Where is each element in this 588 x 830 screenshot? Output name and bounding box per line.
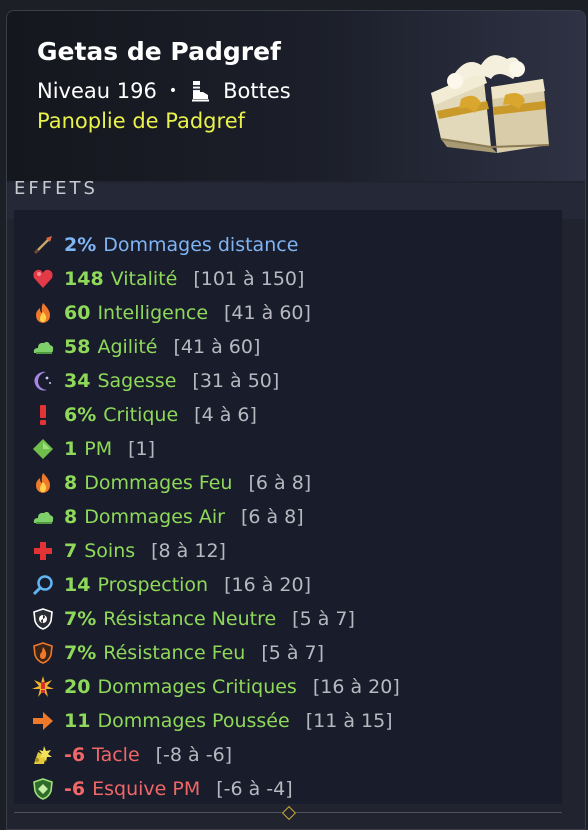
dodge-shield-icon: [33, 778, 53, 800]
effect-row: -6 Tacle [-8 à -6]: [32, 740, 232, 770]
ranged-damage-icon: [33, 236, 52, 255]
boots-item-image: [431, 55, 550, 153]
item-header: Getas de Padgref Niveau 196 • Bottes Pan…: [7, 11, 585, 181]
effect-row: 7% Résistance Neutre [5 à 7]: [32, 604, 355, 634]
tackle-icon: [34, 746, 52, 764]
effect-row: 34 Sagesse [31 à 50]: [32, 366, 279, 396]
heal-cross-icon: [34, 542, 52, 560]
effect-row: 6% Critique [4 à 6]: [32, 400, 257, 430]
fire-icon: [36, 473, 50, 493]
effect-row: 11 Dommages Poussée [11 à 15]: [32, 706, 393, 736]
critical-icon: [40, 405, 46, 425]
item-name: Getas de Padgref: [37, 37, 281, 66]
effect-row: 20 Dommages Critiques [16 à 20]: [32, 672, 400, 702]
effects-title: EFFETS: [14, 178, 98, 199]
magnifier-icon: [32, 575, 53, 596]
separator-dot: •: [168, 83, 178, 99]
fire-icon: [36, 303, 50, 323]
critical-damage-icon: [32, 676, 54, 697]
moon-icon: [34, 371, 51, 391]
effect-row: 2% Dommages distance: [32, 230, 298, 260]
effect-row: 60 Intelligence [41 à 60]: [32, 298, 311, 328]
item-set-link[interactable]: Panoplie de Padgref: [37, 109, 245, 133]
effect-row: 7 Soins [8 à 12]: [32, 536, 226, 566]
effect-row: 58 Agilité [41 à 60]: [32, 332, 260, 362]
effect-row: 148 Vitalité [101 à 150]: [32, 264, 304, 294]
item-type: Bottes: [223, 79, 291, 103]
effect-row: 7% Résistance Feu [5 à 7]: [32, 638, 324, 668]
effect-row: -6 Esquive PM [-6 à -4]: [32, 774, 293, 804]
movement-points-icon: [33, 439, 53, 459]
neutral-shield-icon: [33, 608, 53, 630]
effect-row: 1 PM [1]: [32, 434, 155, 464]
boot-icon: [192, 81, 210, 102]
air-icon: [33, 511, 54, 524]
air-icon: [33, 341, 54, 354]
fire-shield-icon: [33, 642, 53, 664]
item-level: Niveau 196: [37, 79, 157, 103]
effect-row: 14 Prospection [16 à 20]: [32, 570, 311, 600]
push-arrow-icon: [33, 712, 53, 730]
item-subtitle: Niveau 196 • Bottes: [37, 77, 291, 105]
effect-row: 8 Dommages Feu [6 à 8]: [32, 468, 311, 498]
heart-icon: [33, 269, 53, 288]
effect-row: 8 Dommages Air [6 à 8]: [32, 502, 304, 532]
